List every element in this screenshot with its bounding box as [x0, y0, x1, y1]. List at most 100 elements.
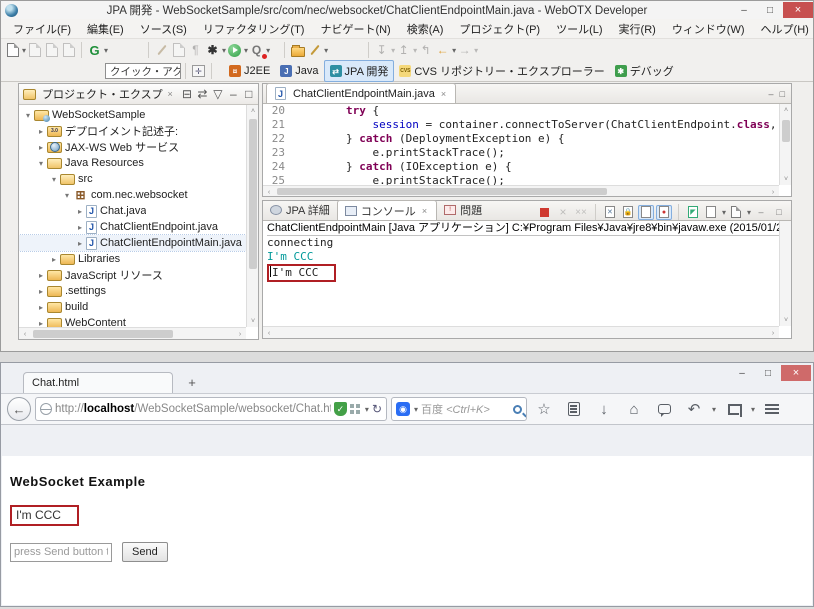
- previous-annotation-button[interactable]: ↥: [395, 42, 412, 59]
- tree-twistie-icon[interactable]: ▸: [75, 239, 85, 248]
- tree-item[interactable]: ▸build: [19, 299, 246, 315]
- mark-occurrences-icon[interactable]: [170, 42, 187, 59]
- undo-closed-tab-icon[interactable]: ↶: [681, 397, 707, 421]
- menu-item-9[interactable]: ウィンドウ(W): [664, 18, 753, 40]
- back-history-button[interactable]: ←: [434, 42, 451, 59]
- open-perspective-button[interactable]: ✛: [190, 63, 207, 80]
- save-button[interactable]: [26, 42, 43, 59]
- menu-item-10[interactable]: ヘルプ(H): [753, 18, 814, 40]
- console-vscrollbar[interactable]: ˅: [779, 221, 791, 326]
- tree-item[interactable]: ▸.settings: [19, 283, 246, 299]
- search-wand-button[interactable]: [306, 42, 323, 59]
- tree-twistie-icon[interactable]: ▸: [49, 255, 59, 264]
- console-tab-0[interactable]: JPA 詳細: [263, 200, 337, 220]
- console-tab-close-icon[interactable]: ×: [422, 206, 427, 216]
- console-output[interactable]: ChatClientEndpointMain [Java アプリケーション] C…: [263, 221, 779, 326]
- quick-access-input[interactable]: クイック・アクセス: [105, 63, 181, 79]
- search-dropdown[interactable]: ▾: [324, 46, 328, 55]
- clear-console-icon[interactable]: ✕: [602, 205, 618, 220]
- eclipse-close-button[interactable]: ×: [783, 2, 813, 18]
- home-icon[interactable]: ⌂: [621, 397, 647, 421]
- editor-tab[interactable]: J ChatClientEndpointMain.java ×: [266, 83, 456, 103]
- menu-item-0[interactable]: ファイル(F): [5, 18, 79, 40]
- display-console-dropdown[interactable]: ▾: [722, 208, 726, 217]
- tree-item[interactable]: ▸WebContent: [19, 315, 246, 327]
- urlbar-dropdown[interactable]: ▾: [365, 405, 369, 414]
- debug-button[interactable]: ✱: [204, 42, 221, 59]
- tree-item[interactable]: ▸JavaScript リソース: [19, 267, 246, 283]
- scroll-lock-icon[interactable]: 🔒: [620, 205, 636, 220]
- perspective-1[interactable]: JJava: [275, 63, 323, 79]
- console-tab-1[interactable]: コンソール×: [337, 200, 437, 220]
- addon-icon[interactable]: [350, 404, 361, 415]
- screenshot-crop-icon[interactable]: [720, 397, 746, 421]
- tree-item[interactable]: ▸JChatClientEndpoint.java: [19, 219, 246, 235]
- menu-item-5[interactable]: 検索(A): [399, 18, 452, 40]
- show-on-stdout-toggle[interactable]: [638, 205, 654, 220]
- tree-item[interactable]: ▸JChat.java: [19, 203, 246, 219]
- forward-history-button[interactable]: →: [456, 42, 473, 59]
- save-all-button[interactable]: [43, 42, 60, 59]
- send-button[interactable]: Send: [122, 542, 168, 562]
- editor-vscrollbar[interactable]: ˄ ˅: [779, 104, 791, 185]
- eclipse-minimize-button[interactable]: –: [731, 2, 757, 18]
- external-annotation-icon[interactable]: [153, 42, 170, 59]
- search-engine-icon[interactable]: ◉: [396, 402, 410, 416]
- tree-item[interactable]: ▸デプロイメント記述子:: [19, 123, 246, 139]
- tree-twistie-icon[interactable]: ▸: [36, 319, 46, 328]
- tree-item[interactable]: ▸Libraries: [19, 251, 246, 267]
- browser-tab[interactable]: Chat.html: [23, 372, 173, 393]
- reload-icon[interactable]: ↻: [372, 402, 382, 416]
- url-text[interactable]: http://localhost/WebSocketSample/websock…: [55, 403, 331, 415]
- new-tab-button[interactable]: +: [181, 373, 203, 391]
- external-tools-button[interactable]: Q: [248, 42, 265, 59]
- explorer-vscrollbar[interactable]: ˄ ˅: [246, 105, 258, 327]
- tree-twistie-icon[interactable]: ▾: [49, 175, 59, 184]
- chat-bubble-icon[interactable]: [651, 397, 677, 421]
- print-button[interactable]: [60, 42, 77, 59]
- forward-history-dropdown[interactable]: ▾: [474, 46, 478, 55]
- show-whitespace-icon[interactable]: ¶: [187, 42, 204, 59]
- open-resource-button[interactable]: [289, 42, 306, 59]
- tree-twistie-icon[interactable]: ▾: [36, 159, 46, 168]
- tree-twistie-icon[interactable]: ▸: [36, 143, 46, 152]
- editor-tab-close-icon[interactable]: ×: [441, 89, 446, 99]
- menu-item-2[interactable]: ソース(S): [132, 18, 195, 40]
- tree-twistie-icon[interactable]: ▸: [75, 207, 85, 216]
- console-minimize-icon[interactable]: –: [753, 205, 769, 220]
- search-placeholder[interactable]: 百度 <Ctrl+K>: [421, 401, 510, 417]
- tree-twistie-icon[interactable]: ▸: [36, 303, 46, 312]
- perspective-3[interactable]: CVSCVS リポジトリー・エクスプローラー: [394, 61, 609, 81]
- open-console-dropdown[interactable]: ▾: [747, 208, 751, 217]
- tree-twistie-icon[interactable]: ▸: [36, 271, 46, 280]
- tree-twistie-icon[interactable]: ▸: [36, 287, 46, 296]
- remove-all-launches-icon[interactable]: ××: [573, 205, 589, 220]
- undo-dropdown[interactable]: ▾: [712, 405, 716, 414]
- crop-dropdown[interactable]: ▾: [751, 405, 755, 414]
- last-edit-location-button[interactable]: ↰: [417, 42, 434, 59]
- search-engine-dropdown[interactable]: ▾: [414, 405, 418, 414]
- tree-item[interactable]: ▸JAX-WS Web サービス: [19, 139, 246, 155]
- explorer-close-icon[interactable]: ×: [168, 89, 173, 99]
- browser-close-button[interactable]: ×: [781, 365, 811, 381]
- menu-item-7[interactable]: ツール(L): [548, 18, 610, 40]
- url-bar[interactable]: http://localhost/WebSocketSample/websock…: [35, 397, 387, 421]
- editor-minimize-icon[interactable]: –: [769, 89, 774, 99]
- webotx-deploy-button[interactable]: G: [86, 42, 103, 59]
- menu-hamburger-icon[interactable]: [759, 397, 785, 421]
- explorer-title[interactable]: プロジェクト・エクスプローラー: [42, 86, 163, 102]
- perspective-2[interactable]: ⇄JPA 開発: [324, 60, 395, 82]
- terminate-button[interactable]: [537, 205, 553, 220]
- browser-minimize-button[interactable]: –: [729, 365, 755, 381]
- link-with-editor-icon[interactable]: ⇄: [196, 86, 208, 103]
- external-tools-dropdown[interactable]: ▾: [266, 46, 270, 55]
- bookmark-star-icon[interactable]: ☆: [531, 397, 557, 421]
- editor-hscrollbar[interactable]: ‹ ›: [263, 185, 779, 196]
- browser-titlebar[interactable]: – □ × Chat.html +: [1, 363, 813, 393]
- explorer-hscrollbar[interactable]: ‹ ›: [19, 327, 246, 339]
- console-tab-2[interactable]: !問題: [437, 200, 489, 220]
- bookmarks-list-icon[interactable]: [561, 397, 587, 421]
- pin-console-icon[interactable]: ◤: [685, 205, 701, 220]
- new-wizard-button[interactable]: [4, 42, 21, 59]
- display-console-icon[interactable]: [703, 205, 719, 220]
